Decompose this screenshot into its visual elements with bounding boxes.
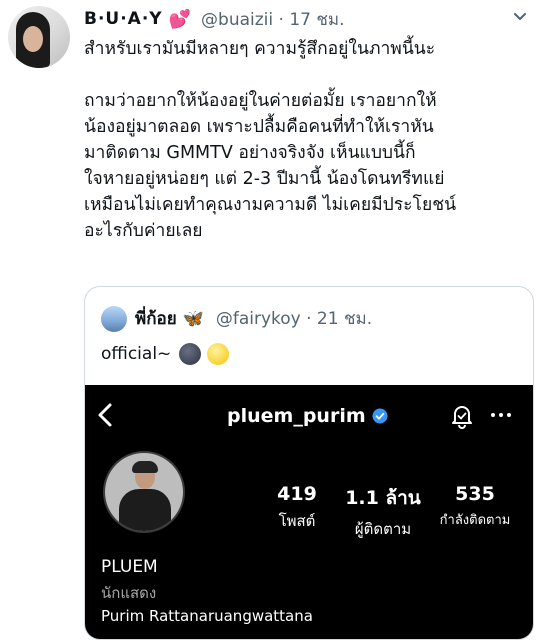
full-moon-face-icon	[207, 343, 230, 365]
ig-profile-picture	[103, 451, 185, 533]
ig-following-label: กำลังติดตาม	[439, 513, 511, 528]
new-moon-face-icon	[179, 343, 202, 365]
ig-posts-label: โพสต์	[278, 512, 316, 530]
ig-followers-count: 1.1 ล้าน	[345, 487, 421, 509]
ig-display-name: PLUEM	[101, 557, 158, 577]
ig-category: นักแสดง	[101, 584, 157, 602]
ig-posts-count: 419	[277, 483, 317, 505]
ig-stat-followers: 1.1 ล้าน ผู้ติดตาม	[333, 483, 433, 541]
quote-avatar[interactable]	[101, 305, 127, 332]
quote-display-name[interactable]: พี่ก้อย	[135, 305, 177, 332]
author-display-name[interactable]: B·U·A·Y	[84, 9, 163, 29]
quote-handle-time[interactable]: @fairykoy · 21 ชม.	[216, 305, 372, 332]
ig-stat-following: 535 กำลังติดตาม	[421, 483, 529, 530]
ig-following-count: 535	[455, 483, 495, 505]
tweet-text: สำหรับเรามันมีหลายๆ ความรู้สึกอยู่ในภาพน…	[84, 39, 457, 241]
butterfly-icon: 🦋	[182, 308, 204, 329]
quote-text-line: official~	[101, 343, 230, 365]
tweet-header: B·U·A·Y 💕 @buaizii · 17 ชม.	[84, 6, 345, 32]
ig-stat-posts: 419 โพสต์	[259, 483, 335, 533]
avatar-face	[23, 26, 43, 52]
quote-text: official~	[101, 344, 172, 364]
author-avatar[interactable]	[8, 6, 70, 68]
author-handle-time[interactable]: @buaizii · 17 ชม.	[201, 6, 344, 33]
quote-header: พี่ก้อย 🦋 @fairykoy · 21 ชม.	[101, 305, 372, 332]
tweet[interactable]: B·U·A·Y 💕 @buaizii · 17 ชม. สำหรับเรามัน…	[0, 0, 542, 640]
instagram-profile-screenshot[interactable]: pluem_purim 419 โพสต์ 1.1 ล้าน ผู้ติดตาม…	[85, 385, 533, 639]
quoted-tweet[interactable]: พี่ก้อย 🦋 @fairykoy · 21 ชม. official~ p…	[84, 286, 534, 640]
heart-icon: 💕	[168, 8, 192, 30]
ig-username-row: pluem_purim	[227, 405, 388, 427]
ig-full-name: Purim Rattanaruangwattana	[101, 607, 313, 625]
ig-username: pluem_purim	[227, 405, 366, 427]
more-options-icon[interactable]	[510, 6, 530, 26]
ig-more-icon	[491, 413, 511, 417]
ig-followers-label: ผู้ติดตาม	[354, 520, 412, 538]
notification-bell-icon	[452, 406, 472, 429]
verified-badge-icon	[372, 408, 388, 424]
back-arrow-icon	[98, 403, 112, 427]
